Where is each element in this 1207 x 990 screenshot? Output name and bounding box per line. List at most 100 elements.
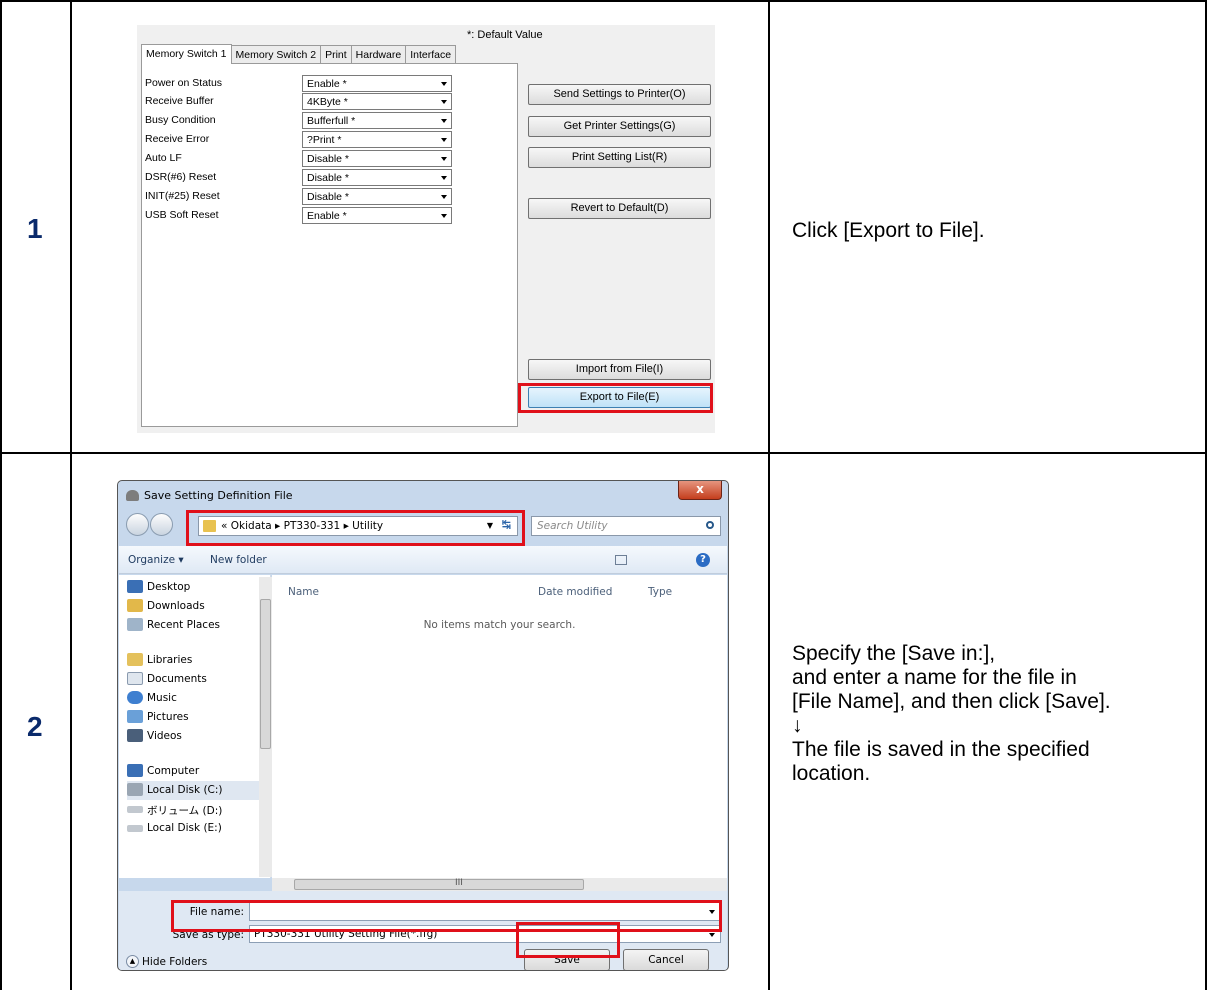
nav-scrollbar-thumb[interactable] (260, 599, 271, 749)
file-list-hscrollbar[interactable]: III (272, 878, 727, 891)
dropdown-arrow-icon (709, 933, 715, 937)
new-folder-button[interactable]: New folder (210, 554, 267, 566)
dropdown-arrow-icon (441, 214, 447, 218)
nav-item-local-disk-e[interactable]: Local Disk (E:) (127, 819, 267, 838)
setting-label: Power on Status (145, 77, 223, 89)
empty-list-message: No items match your search. (423, 619, 576, 631)
setting-row-dsr-reset: DSR(#6) Reset Disable * (145, 169, 515, 187)
nav-item-desktop[interactable]: Desktop (127, 578, 267, 597)
receive-buffer-select[interactable]: 4KByte * (302, 93, 452, 110)
nav-item-volume-d[interactable]: ボリューム (D:) (127, 800, 267, 819)
nav-item-label: ボリューム (D:) (147, 805, 223, 817)
dropdown-arrow-icon (441, 157, 447, 161)
tab-interface[interactable]: Interface (405, 45, 457, 64)
table-col-divider-1 (70, 0, 72, 990)
table-row-divider (0, 452, 1207, 454)
dropdown-arrow-icon (441, 100, 447, 104)
forward-button[interactable] (150, 513, 173, 536)
navigation-pane: Desktop Downloads Recent Places Librarie… (119, 575, 271, 878)
dropdown-arrow-icon (441, 176, 447, 180)
print-setting-list-button[interactable]: Print Setting List(R) (528, 147, 711, 168)
memory-switch-1-panel: Power on Status Enable * Receive Buffer … (141, 63, 518, 427)
export-highlight-box (518, 383, 713, 413)
dsr-reset-select[interactable]: Disable * (302, 169, 452, 186)
nav-item-computer[interactable]: Computer (127, 762, 267, 781)
nav-item-label: Computer (147, 765, 200, 777)
libraries-icon (127, 653, 143, 666)
setting-label: DSR(#6) Reset (145, 171, 217, 183)
cancel-button[interactable]: Cancel (623, 949, 709, 970)
hscroll-grip: III (455, 878, 463, 888)
drive-icon (127, 783, 143, 796)
tab-hardware[interactable]: Hardware (350, 45, 407, 64)
usb-soft-reset-select[interactable]: Enable * (302, 207, 452, 224)
power-on-status-select[interactable]: Enable * (302, 75, 452, 92)
setting-label: Receive Error (145, 133, 210, 145)
computer-icon (127, 764, 143, 777)
search-placeholder: Search Utility (537, 520, 608, 532)
dropdown-arrow-icon (441, 119, 447, 123)
tab-memory-switch-1[interactable]: Memory Switch 1 (141, 44, 232, 64)
nav-scrollbar[interactable] (259, 577, 272, 877)
videos-icon (127, 729, 143, 742)
nav-item-label: Downloads (147, 600, 205, 612)
column-header-type[interactable]: Type (648, 586, 672, 598)
desktop-icon (127, 580, 143, 593)
init-reset-select[interactable]: Disable * (302, 188, 452, 205)
nav-item-label: Documents (147, 673, 207, 685)
send-settings-button[interactable]: Send Settings to Printer(O) (528, 84, 711, 105)
default-value-note: *: Default Value (467, 29, 543, 41)
dialog-title: Save Setting Definition File (144, 489, 293, 502)
select-value: ?Print * (307, 134, 342, 146)
dropdown-arrow-icon (441, 82, 447, 86)
setting-label: INIT(#25) Reset (145, 190, 220, 202)
hscrollbar-thumb[interactable]: III (294, 878, 584, 890)
file-list: Name Date modified Type No items match y… (272, 575, 727, 878)
pictures-icon (127, 710, 143, 723)
nav-item-documents[interactable]: Documents (127, 670, 267, 689)
back-button[interactable] (126, 513, 149, 536)
select-value: Disable * (307, 172, 350, 184)
busy-condition-select[interactable]: Bufferfull * (302, 112, 452, 129)
nav-item-videos[interactable]: Videos (127, 727, 267, 746)
setting-row-receive-error: Receive Error ?Print * (145, 131, 515, 149)
hide-folders-button[interactable]: Hide Folders (142, 956, 207, 968)
nav-item-recent-places[interactable]: Recent Places (127, 616, 267, 635)
view-options-icon[interactable] (615, 555, 627, 565)
receive-error-select[interactable]: ?Print * (302, 131, 452, 148)
nav-item-downloads[interactable]: Downloads (127, 597, 267, 616)
column-header-name[interactable]: Name (288, 586, 319, 598)
nav-item-music[interactable]: Music (127, 689, 267, 708)
revert-to-default-button[interactable]: Revert to Default(D) (528, 198, 711, 219)
table-border-top (0, 0, 1207, 2)
column-header-date-modified[interactable]: Date modified (538, 586, 612, 598)
get-printer-settings-button[interactable]: Get Printer Settings(G) (528, 116, 711, 137)
hide-folders-icon[interactable]: ▲ (126, 955, 139, 968)
setting-row-busy-condition: Busy Condition Bufferfull * (145, 112, 515, 130)
nav-item-libraries[interactable]: Libraries (127, 651, 267, 670)
step-2-description: Specify the [Save in:], and enter a name… (792, 642, 1111, 785)
select-value: Enable * (307, 210, 347, 222)
organize-menu[interactable]: Organize ▾ (128, 554, 184, 566)
recent-places-icon (127, 618, 143, 631)
select-value: Bufferfull * (307, 115, 356, 127)
nav-item-label: Recent Places (147, 619, 221, 631)
nav-item-label: Local Disk (E:) (147, 822, 222, 834)
dropdown-arrow-icon (441, 195, 447, 199)
setting-row-power-on-status: Power on Status Enable * (145, 75, 515, 93)
import-from-file-button[interactable]: Import from File(I) (528, 359, 711, 380)
nav-item-pictures[interactable]: Pictures (127, 708, 267, 727)
tab-memory-switch-2[interactable]: Memory Switch 2 (230, 45, 322, 64)
downloads-icon (127, 599, 143, 612)
auto-lf-select[interactable]: Disable * (302, 150, 452, 167)
drive-icon (127, 825, 143, 832)
step-number-1: 1 (27, 213, 43, 244)
app-icon (126, 490, 139, 501)
close-button[interactable]: x (678, 481, 722, 500)
setting-label: USB Soft Reset (145, 209, 219, 221)
nav-item-local-disk-c[interactable]: Local Disk (C:) (127, 781, 267, 800)
search-input[interactable]: Search Utility (531, 516, 721, 536)
tab-print[interactable]: Print (320, 45, 352, 64)
table-col-divider-2 (768, 0, 770, 990)
help-icon[interactable]: ? (696, 553, 710, 567)
